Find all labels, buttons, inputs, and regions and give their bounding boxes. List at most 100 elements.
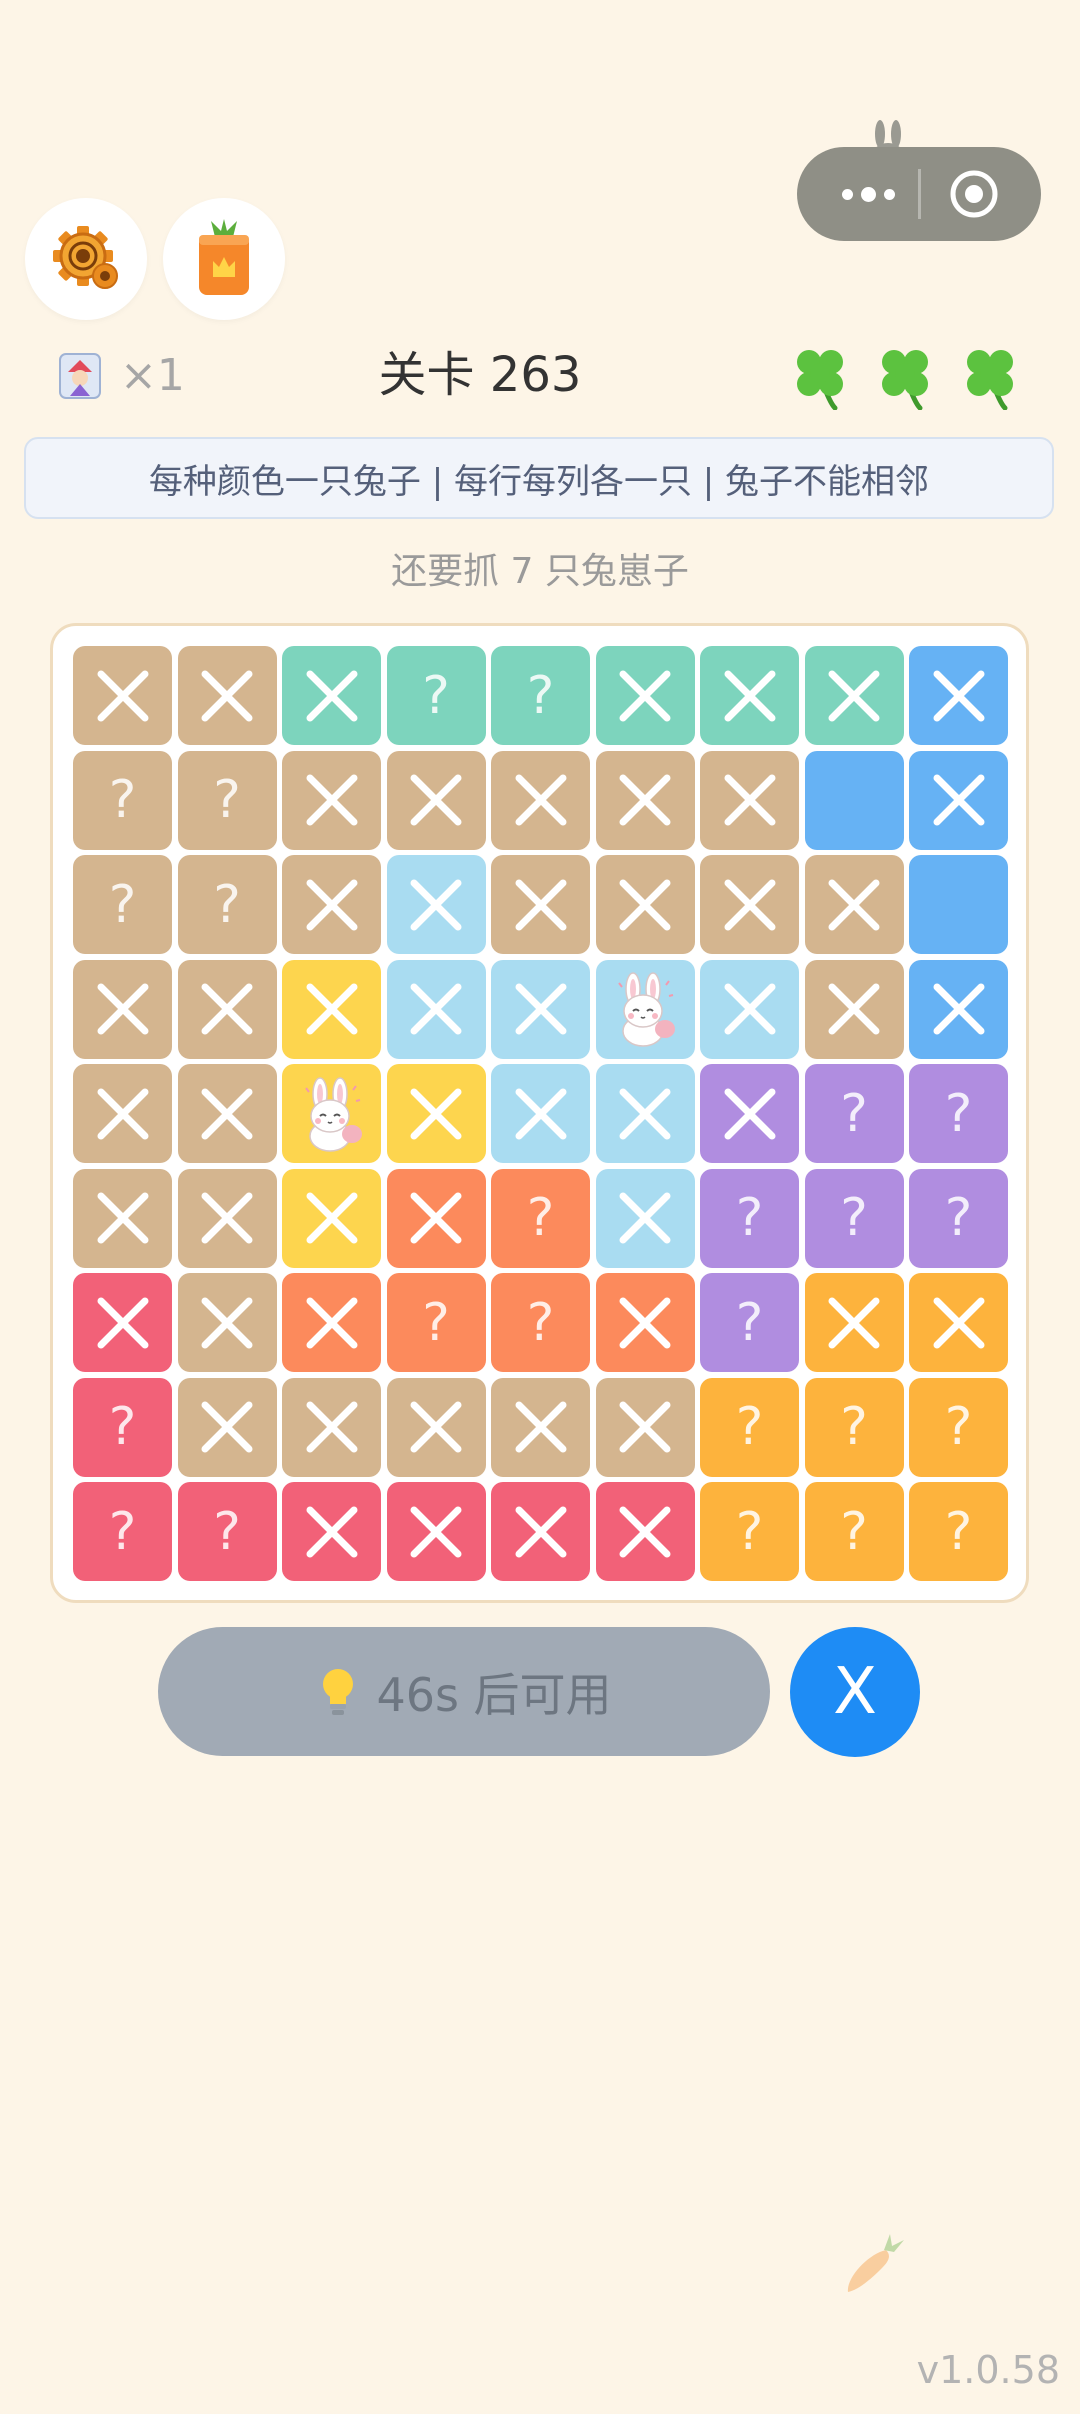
board-cell[interactable] [804, 959, 904, 1059]
board-cell[interactable] [177, 1168, 277, 1268]
board-cell[interactable] [595, 1377, 695, 1477]
board-cell[interactable]: ? [386, 1273, 486, 1372]
board-cell[interactable] [595, 1064, 695, 1163]
board-cell[interactable] [177, 1064, 277, 1163]
rules-banner: 每种颜色一只兔子 | 每行每列各一只 | 兔子不能相邻 [24, 437, 1054, 519]
board-cell[interactable] [595, 1168, 695, 1268]
board-cell[interactable] [177, 1377, 277, 1477]
board-cell[interactable] [73, 1273, 172, 1372]
board-cell[interactable] [595, 1482, 695, 1581]
board-cell[interactable] [282, 855, 381, 954]
board-cell[interactable]: ? [177, 1482, 277, 1581]
board-cell[interactable]: ? [491, 1273, 590, 1372]
board-cell[interactable] [595, 750, 695, 850]
board-cell[interactable]: ? [909, 1377, 1008, 1477]
board-cell[interactable]: ? [700, 1168, 799, 1268]
board-cell[interactable] [700, 959, 799, 1059]
board-cell[interactable]: ? [386, 646, 486, 745]
board-cell[interactable] [700, 855, 799, 954]
x-mark-icon [306, 983, 357, 1035]
board-cell[interactable] [491, 855, 590, 954]
board-cell[interactable] [804, 646, 904, 745]
board-cell[interactable] [73, 1168, 172, 1268]
board-cell[interactable] [491, 1482, 590, 1581]
board-cell[interactable] [909, 855, 1008, 954]
board-cell[interactable]: ? [177, 750, 277, 850]
x-mark-icon [619, 1192, 671, 1244]
x-mark-icon [724, 670, 775, 721]
board-cell[interactable] [386, 750, 486, 850]
board-cell[interactable] [804, 750, 904, 850]
board-cell[interactable]: ? [73, 1377, 172, 1477]
board-cell[interactable] [491, 1377, 590, 1477]
x-mark-icon [410, 1088, 462, 1139]
board-cell[interactable] [595, 1273, 695, 1372]
board-cell[interactable] [909, 959, 1008, 1059]
more-menu-icon[interactable] [819, 147, 917, 241]
board-cell[interactable] [386, 959, 486, 1059]
x-mark-mode-button[interactable]: X [790, 1627, 920, 1757]
board-cell[interactable] [282, 750, 381, 850]
board-cell[interactable] [804, 1273, 904, 1372]
board-cell[interactable] [73, 646, 172, 745]
board-cell[interactable] [700, 646, 799, 745]
board-cell[interactable]: ? [73, 855, 172, 954]
board-cell[interactable]: ? [804, 1168, 904, 1268]
board-cell[interactable] [177, 959, 277, 1059]
board-cell[interactable] [282, 646, 381, 745]
board-cell[interactable] [386, 855, 486, 954]
board-cell[interactable] [595, 855, 695, 954]
carrot-shop-button[interactable] [163, 198, 285, 320]
board-cell[interactable] [73, 959, 172, 1059]
board-cell[interactable]: ? [909, 1482, 1008, 1581]
board-cell[interactable] [909, 646, 1008, 745]
board-cell[interactable]: ? [804, 1377, 904, 1477]
board-cell[interactable]: ? [909, 1168, 1008, 1268]
board-cell[interactable]: ? [491, 646, 590, 745]
board-cell[interactable] [386, 1064, 486, 1163]
hint-button[interactable]: 46s 后可用 [158, 1627, 770, 1756]
board-cell[interactable]: ? [491, 1168, 590, 1268]
board-cell[interactable] [386, 1377, 486, 1477]
board-cell[interactable]: ? [909, 1064, 1008, 1163]
unknown-mark: ? [735, 1188, 764, 1248]
board-cell[interactable] [282, 959, 381, 1059]
x-mark-icon [410, 879, 462, 930]
board-cell[interactable] [386, 1168, 486, 1268]
board-cell[interactable] [804, 855, 904, 954]
board-cell[interactable] [595, 959, 695, 1059]
close-miniprogram-icon[interactable] [949, 169, 999, 219]
board-cell[interactable] [282, 1168, 381, 1268]
board-cell[interactable]: ? [700, 1273, 799, 1372]
board-cell[interactable] [909, 750, 1008, 850]
board-cell[interactable] [177, 1273, 277, 1372]
clover-icon [967, 350, 1013, 410]
board-cell[interactable]: ? [73, 750, 172, 850]
board-cell[interactable] [700, 750, 799, 850]
board-cell[interactable] [73, 1064, 172, 1163]
board-cell[interactable]: ? [177, 855, 277, 954]
board-cell[interactable]: ? [73, 1482, 172, 1581]
board-cell[interactable] [282, 1377, 381, 1477]
board-cell[interactable]: ? [700, 1482, 799, 1581]
board-cell[interactable]: ? [804, 1482, 904, 1581]
board-cell[interactable] [177, 646, 277, 745]
board-cell[interactable]: ? [700, 1377, 799, 1477]
x-mark-icon [410, 1192, 462, 1244]
board-cell[interactable] [595, 646, 695, 745]
board-cell[interactable] [282, 1273, 381, 1372]
board-cell[interactable] [700, 1064, 799, 1163]
x-mark-icon [306, 1506, 357, 1557]
board-cell[interactable] [491, 959, 590, 1059]
settings-button[interactable] [25, 198, 147, 320]
x-mark-icon [724, 774, 775, 826]
game-board: ???????????????????????? [50, 623, 1029, 1603]
board-cell[interactable] [386, 1482, 486, 1581]
board-cell[interactable] [491, 1064, 590, 1163]
board-cell[interactable]: ? [804, 1064, 904, 1163]
board-cell[interactable] [909, 1273, 1008, 1372]
x-mark-icon [619, 1506, 671, 1557]
board-cell[interactable] [282, 1064, 381, 1163]
board-cell[interactable] [282, 1482, 381, 1581]
board-cell[interactable] [491, 750, 590, 850]
